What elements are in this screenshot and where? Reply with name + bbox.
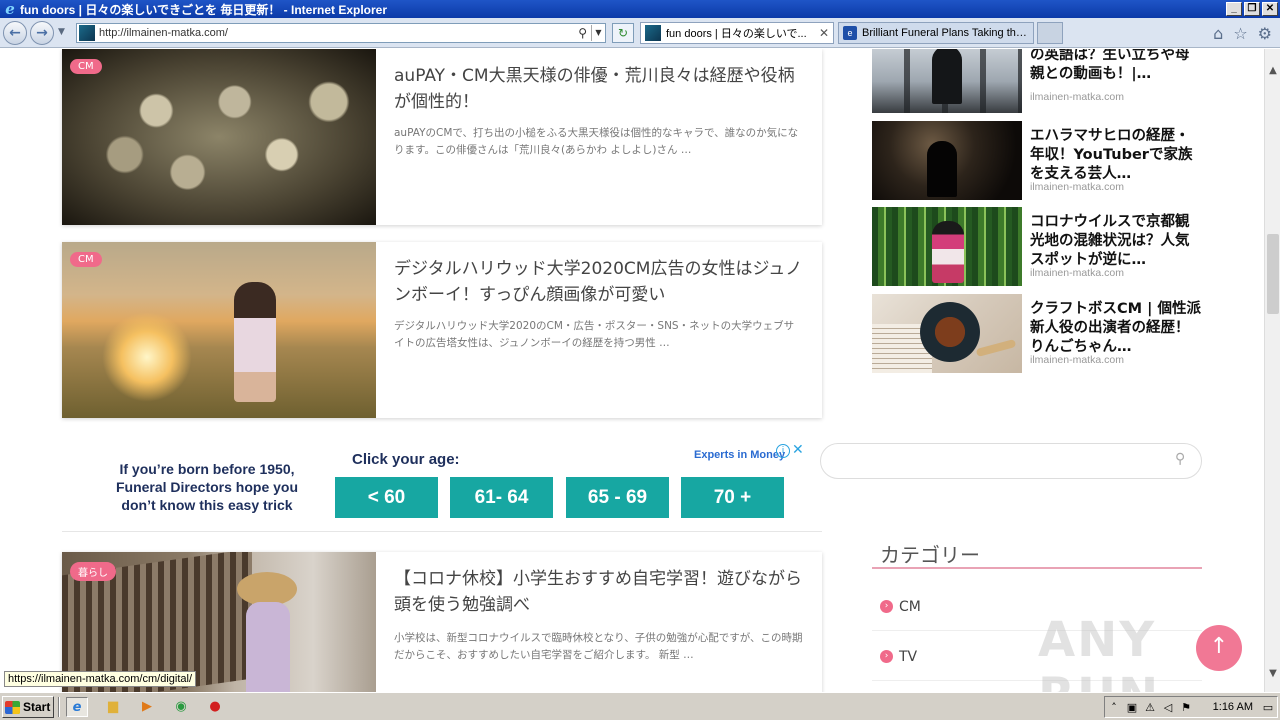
shield-alert-icon[interactable]: ● xyxy=(204,697,226,717)
chrome-icon[interactable]: ◉ xyxy=(170,697,192,717)
volume-icon[interactable]: ◁ xyxy=(1159,701,1177,714)
category-heading: カテゴリー xyxy=(872,535,1202,569)
article-excerpt: デジタルハリウッド大学2020のCM・広告・ポスター・SNS・ネットの大学ウェブ… xyxy=(394,320,795,349)
sidebar-search-input[interactable]: ⚲ xyxy=(820,443,1202,479)
ad-age-option[interactable]: 65 - 69 xyxy=(566,477,669,518)
sidebar-post-domain: ilmainen-matka.com xyxy=(1030,354,1124,366)
ad-brand-logo[interactable]: Experts in Money xyxy=(694,449,785,461)
scroll-up-icon[interactable]: ▲ xyxy=(1265,63,1280,79)
site-favicon-icon xyxy=(79,25,95,41)
ad-age-option[interactable]: 70 + xyxy=(681,477,784,518)
sidebar-post-thumbnail[interactable] xyxy=(872,49,1022,113)
sidebar-post-domain: ilmainen-matka.com xyxy=(1030,181,1124,193)
sidebar-post-domain: ilmainen-matka.com xyxy=(1030,91,1124,103)
tab-close-icon[interactable]: ✕ xyxy=(819,26,829,40)
window-title: fun doors | 日々の楽しいできごとを 毎日更新！ - Internet… xyxy=(20,2,388,17)
sidebar-post-title[interactable]: クラフトボスCM | 個性派新人役の出演者の経歴！りんごちゃん… xyxy=(1030,300,1202,357)
back-button[interactable]: ← xyxy=(3,21,27,45)
tab-favicon-icon: e xyxy=(843,26,857,40)
article-card[interactable]: CM auPAY・CM大黒天様の俳優・荒川良々は経歴や役柄が個性的！ auPAY… xyxy=(62,49,822,225)
scroll-down-icon[interactable]: ▼ xyxy=(1265,666,1280,682)
address-url[interactable]: http://ilmainen-matka.com/ xyxy=(99,27,578,39)
windows-logo-icon xyxy=(5,700,20,714)
ad-headline[interactable]: If you’re born before 1950, Funeral Dire… xyxy=(102,460,312,514)
article-thumbnail[interactable] xyxy=(62,49,376,225)
article-card[interactable]: CM デジタルハリウッド大学2020CM広告の女性はジュノンボーイ！すっぴん顔画… xyxy=(62,242,822,418)
restore-button[interactable]: ❐ xyxy=(1244,2,1260,16)
category-label[interactable]: CM xyxy=(899,599,921,615)
show-desktop-icon[interactable]: ▭ xyxy=(1259,701,1277,714)
article-thumbnail[interactable] xyxy=(62,242,376,418)
start-button[interactable]: Start xyxy=(2,696,54,718)
ad-age-option[interactable]: < 60 xyxy=(335,477,438,518)
refresh-icon[interactable]: ↻ xyxy=(612,23,634,43)
tray-expand-icon[interactable]: ˄ xyxy=(1105,701,1123,714)
sidebar-post-title[interactable]: エハラマサヒロの経歴・年収！YouTuberで家族を支える芸人… xyxy=(1030,127,1202,184)
sidebar-post-title[interactable]: の英語は？生い立ちや母親との動画も！|… xyxy=(1030,49,1202,84)
chevron-right-icon: › xyxy=(880,650,893,663)
article-title[interactable]: 【コロナ休校】小学生おすすめ自宅学習！遊びながら頭を使う勉強調べ xyxy=(394,566,804,618)
address-dropdown-icon[interactable]: ▼ xyxy=(591,25,605,41)
search-icon[interactable]: ⚲ xyxy=(578,26,587,40)
media-player-icon[interactable]: ▶ xyxy=(136,697,158,717)
forward-button[interactable]: → xyxy=(30,21,54,45)
sidebar-post-domain: ilmainen-matka.com xyxy=(1030,267,1124,279)
ad-info-icon[interactable]: i xyxy=(776,444,790,458)
browser-navbar: ← → ▼ http://ilmainen-matka.com/ ⚲ ▼ ↻ f… xyxy=(0,18,1280,48)
new-tab-button[interactable] xyxy=(1037,22,1063,44)
browser-tools: ⌂ ☆ ⚙ xyxy=(1213,24,1272,43)
close-button[interactable]: ✕ xyxy=(1262,2,1278,16)
category-label[interactable]: TV xyxy=(899,649,917,665)
ad-close-icon[interactable]: ✕ xyxy=(792,442,804,458)
sidebar-post[interactable]: コロナウイルスで京都観光地の混雑状況は？人気スポットが逆に… ilmainen-… xyxy=(872,207,1202,287)
tab-fun-doors[interactable]: fun doors | 日々の楽しいで... ✕ xyxy=(640,22,834,44)
system-tray: ˄ ▣ ⚠ ◁ ⚑ 1:16 AM ▭ xyxy=(1104,696,1278,718)
article-title[interactable]: auPAY・CM大黒天様の俳優・荒川良々は経歴や役柄が個性的！ xyxy=(394,63,804,115)
address-bar[interactable]: http://ilmainen-matka.com/ ⚲ ▼ xyxy=(76,23,606,43)
chevron-right-icon: › xyxy=(880,600,893,613)
sidebar-post-title[interactable]: コロナウイルスで京都観光地の混雑状況は？人気スポットが逆に… xyxy=(1030,213,1202,270)
sidebar-post[interactable]: クラフトボスCM | 個性派新人役の出演者の経歴！りんごちゃん… ilmaine… xyxy=(872,294,1202,374)
sidebar-post[interactable]: の英語は？生い立ちや母親との動画も！|… ilmainen-matka.com xyxy=(872,49,1202,114)
category-badge[interactable]: CM xyxy=(70,252,102,267)
flag-icon[interactable]: ⚑ xyxy=(1177,701,1195,714)
article-excerpt: 小学校は、新型コロナウイルスで臨時休校となり、子供の勉強が心配ですが、この時期だ… xyxy=(394,632,803,661)
window-titlebar: e fun doors | 日々の楽しいできごとを 毎日更新！ - Intern… xyxy=(0,0,1280,18)
category-badge[interactable]: 暮らし xyxy=(70,562,116,581)
favorites-star-icon[interactable]: ☆ xyxy=(1233,24,1247,43)
page-content: CM auPAY・CM大黒天様の俳優・荒川良々は経歴や役柄が個性的！ auPAY… xyxy=(0,49,1264,692)
home-icon[interactable]: ⌂ xyxy=(1213,24,1223,43)
taskbar-clock[interactable]: 1:16 AM xyxy=(1213,701,1253,713)
security-icon[interactable]: ⚠ xyxy=(1141,701,1159,714)
ad-age-option[interactable]: 61- 64 xyxy=(450,477,553,518)
taskbar: Start e ▆ ▶ ◉ ● ˄ ▣ ⚠ ◁ ⚑ 1:16 AM ▭ xyxy=(0,692,1280,720)
minimize-button[interactable]: _ xyxy=(1226,2,1242,16)
advertisement[interactable]: If you’re born before 1950, Funeral Dire… xyxy=(62,442,822,532)
page-scrollbar[interactable]: ▲ ▼ xyxy=(1264,49,1280,692)
sidebar-post-thumbnail[interactable] xyxy=(872,121,1022,200)
sidebar-post-thumbnail[interactable] xyxy=(872,207,1022,286)
ad-question: Click your age: xyxy=(352,451,460,468)
tab-favicon-icon xyxy=(645,25,661,41)
ie-logo-icon: e xyxy=(5,0,15,18)
ie-taskbar-icon[interactable]: e xyxy=(66,697,88,717)
search-icon[interactable]: ⚲ xyxy=(1175,451,1191,467)
settings-gear-icon[interactable]: ⚙ xyxy=(1258,24,1272,43)
category-badge[interactable]: CM xyxy=(70,59,102,74)
scrollbar-thumb[interactable] xyxy=(1267,234,1279,314)
tab-funeral-plans[interactable]: e Brilliant Funeral Plans Taking the... xyxy=(838,22,1034,44)
article-excerpt: auPAYのCMで、打ち出の小槌をふる大黒天様役は個性的なキャラで、誰なのか気に… xyxy=(394,127,799,156)
network-icon[interactable]: ▣ xyxy=(1123,701,1141,714)
explorer-folder-icon[interactable]: ▆ xyxy=(102,697,124,717)
window-controls: _ ❐ ✕ xyxy=(1226,2,1278,16)
sidebar-post[interactable]: エハラマサヒロの経歴・年収！YouTuberで家族を支える芸人… ilmaine… xyxy=(872,121,1202,201)
category-heading-label: カテゴリー xyxy=(880,543,980,567)
article-title[interactable]: デジタルハリウッド大学2020CM広告の女性はジュノンボーイ！すっぴん顔画像が可… xyxy=(394,256,804,308)
tab-label: Brilliant Funeral Plans Taking the... xyxy=(862,27,1029,39)
tab-label: fun doors | 日々の楽しいで... xyxy=(666,28,807,40)
history-dropdown-icon[interactable]: ▼ xyxy=(58,27,65,37)
sidebar-post-thumbnail[interactable] xyxy=(872,294,1022,373)
status-url: https://ilmainen-matka.com/cm/digital/ xyxy=(4,671,197,687)
scroll-to-top-button[interactable]: ↑ xyxy=(1196,625,1242,671)
